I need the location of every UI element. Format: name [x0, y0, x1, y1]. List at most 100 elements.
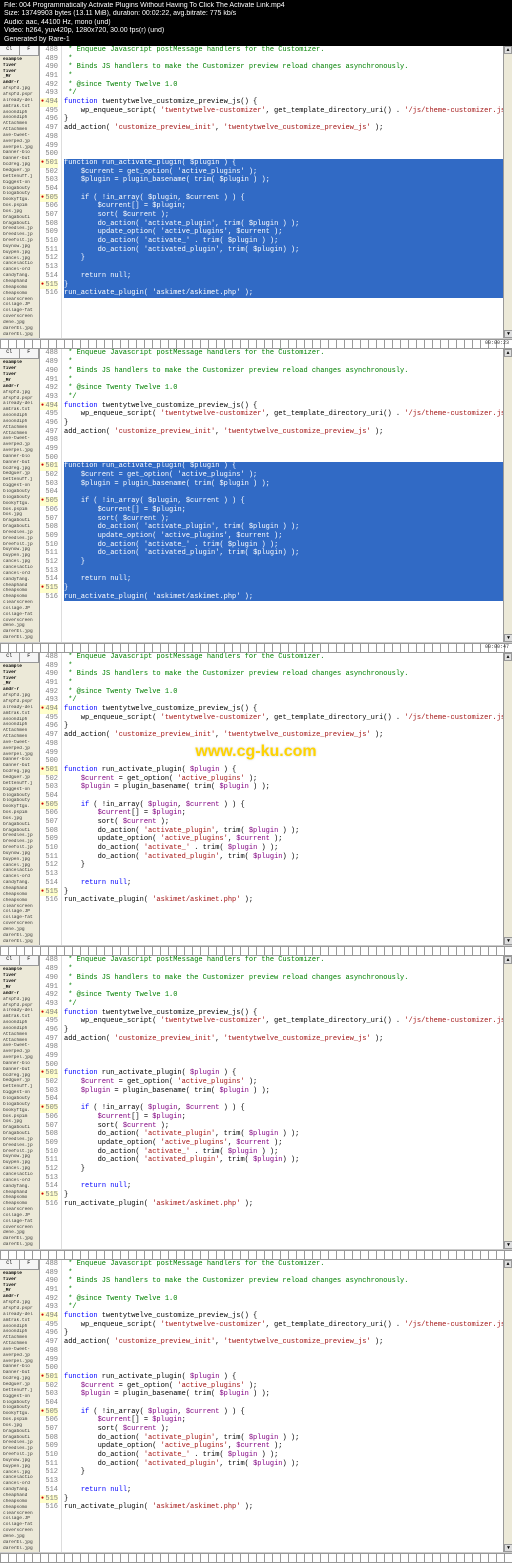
- code-line[interactable]: $plugin = plugin_basename( trim( $plugin…: [64, 783, 503, 792]
- code-line[interactable]: [64, 1052, 503, 1061]
- code-line[interactable]: }: [64, 722, 503, 731]
- code-line[interactable]: update_option( 'active_plugins', $curren…: [64, 532, 503, 541]
- sidebar-item[interactable]: already-del: [1, 98, 38, 104]
- code-line[interactable]: * @since Twenty Twelve 1.0: [64, 991, 503, 1000]
- sidebar-tree[interactable]: examplefiverfiver_Mrandr-rafspfd.jpgafsp…: [0, 663, 39, 946]
- code-line[interactable]: $plugin = plugin_basename( trim( $plugin…: [64, 480, 503, 489]
- code-line[interactable]: }: [64, 1165, 503, 1174]
- code-line[interactable]: run_activate_plugin( 'askimet/askimet.ph…: [64, 593, 503, 602]
- code-line[interactable]: wp_enqueue_script( 'twentytwelve-customi…: [64, 1017, 503, 1026]
- code-line[interactable]: update_option( 'active_plugins', $curren…: [64, 1139, 503, 1148]
- sidebar-item[interactable]: collage-fat: [1, 612, 38, 618]
- code-line[interactable]: *: [64, 662, 503, 671]
- sidebar-tab[interactable]: Cl: [0, 653, 20, 662]
- code-line[interactable]: * Enqueue Javascript postMessage handler…: [64, 1260, 503, 1269]
- code-line[interactable]: * Enqueue Javascript postMessage handler…: [64, 653, 503, 662]
- code-content[interactable]: * Enqueue Javascript postMessage handler…: [62, 349, 503, 642]
- sidebar-item[interactable]: already-del: [1, 705, 38, 711]
- code-line[interactable]: do_action( 'activated_plugin', trim( $pl…: [64, 1156, 503, 1165]
- code-line[interactable]: $plugin = plugin_basename( trim( $plugin…: [64, 1087, 503, 1096]
- sidebar-tab[interactable]: F: [20, 46, 40, 55]
- code-line[interactable]: return null;: [64, 272, 503, 281]
- code-line[interactable]: add_action( 'customize_preview_init', 't…: [64, 1338, 503, 1347]
- code-line[interactable]: }: [64, 281, 503, 290]
- code-line[interactable]: [64, 1347, 503, 1356]
- code-line[interactable]: }: [64, 419, 503, 428]
- code-line[interactable]: }: [64, 558, 503, 567]
- code-line[interactable]: function twentytwelve_customize_preview_…: [64, 1009, 503, 1018]
- code-line[interactable]: }: [64, 1026, 503, 1035]
- code-line[interactable]: * Enqueue Javascript postMessage handler…: [64, 956, 503, 965]
- code-line[interactable]: * Enqueue Javascript postMessage handler…: [64, 46, 503, 55]
- code-line[interactable]: do_action( 'activate_' . trim( $plugin )…: [64, 844, 503, 853]
- sidebar-item[interactable]: breedles.jp: [1, 536, 38, 542]
- code-line[interactable]: do_action( 'activate_' . trim( $plugin )…: [64, 237, 503, 246]
- code-line[interactable]: [64, 1477, 503, 1486]
- code-line[interactable]: $current = get_option( 'active_plugins' …: [64, 168, 503, 177]
- sidebar-tree[interactable]: examplefiverfiver_Mrandr-rafspfd.jpgafsp…: [0, 966, 39, 1249]
- code-line[interactable]: */: [64, 696, 503, 705]
- code-line[interactable]: $current[] = $plugin;: [64, 202, 503, 211]
- code-line[interactable]: [64, 1095, 503, 1104]
- sidebar-item[interactable]: darerEl.jpg: [1, 933, 38, 939]
- code-line[interactable]: run_activate_plugin( 'askimet/askimet.ph…: [64, 1200, 503, 1209]
- code-line[interactable]: function run_activate_plugin( $plugin ) …: [64, 159, 503, 168]
- code-line[interactable]: * Binds JS handlers to make the Customiz…: [64, 367, 503, 376]
- code-line[interactable]: [64, 1356, 503, 1365]
- code-line[interactable]: }: [64, 254, 503, 263]
- code-line[interactable]: $plugin = plugin_basename( trim( $plugin…: [64, 176, 503, 185]
- sidebar-tab[interactable]: Cl: [0, 956, 20, 965]
- code-line[interactable]: * Binds JS handlers to make the Customiz…: [64, 670, 503, 679]
- code-line[interactable]: do_action( 'activate_plugin', trim( $plu…: [64, 1434, 503, 1443]
- code-line[interactable]: [64, 1364, 503, 1373]
- timeline-ruler[interactable]: [0, 1250, 512, 1260]
- code-line[interactable]: [64, 436, 503, 445]
- code-content[interactable]: * Enqueue Javascript postMessage handler…: [62, 653, 503, 946]
- code-line[interactable]: * @since Twenty Twelve 1.0: [64, 81, 503, 90]
- sidebar-item[interactable]: bettenuff.j: [1, 1388, 38, 1394]
- code-line[interactable]: *: [64, 376, 503, 385]
- sidebar-tab[interactable]: Cl: [0, 1260, 20, 1269]
- code-line[interactable]: return null;: [64, 879, 503, 888]
- code-line[interactable]: *: [64, 679, 503, 688]
- code-line[interactable]: update_option( 'active_plugins', $curren…: [64, 228, 503, 237]
- code-line[interactable]: add_action( 'customize_preview_init', 't…: [64, 731, 503, 740]
- code-line[interactable]: do_action( 'activated_plugin', trim( $pl…: [64, 549, 503, 558]
- code-line[interactable]: wp_enqueue_script( 'twentytwelve-customi…: [64, 107, 503, 116]
- code-line[interactable]: [64, 870, 503, 879]
- code-line[interactable]: do_action( 'activate_' . trim( $plugin )…: [64, 1451, 503, 1460]
- code-line[interactable]: $current[] = $plugin;: [64, 809, 503, 818]
- code-line[interactable]: [64, 488, 503, 497]
- code-line[interactable]: do_action( 'activate_plugin', trim( $plu…: [64, 523, 503, 532]
- sidebar-item[interactable]: darerEl.jpg: [1, 939, 38, 945]
- sidebar-item[interactable]: cancelactio: [1, 1172, 38, 1178]
- timeline-ruler[interactable]: [0, 1553, 512, 1563]
- code-line[interactable]: return null;: [64, 1182, 503, 1191]
- code-line[interactable]: do_action( 'activate_plugin', trim( $plu…: [64, 827, 503, 836]
- code-line[interactable]: }: [64, 1468, 503, 1477]
- code-line[interactable]: }: [64, 115, 503, 124]
- code-line[interactable]: $current = get_option( 'active_plugins' …: [64, 1078, 503, 1087]
- code-line[interactable]: function twentytwelve_customize_preview_…: [64, 705, 503, 714]
- code-line[interactable]: }: [64, 861, 503, 870]
- sidebar-item[interactable]: darerEl.jpg: [1, 1540, 38, 1546]
- code-line[interactable]: *: [64, 358, 503, 367]
- code-line[interactable]: do_action( 'activated_plugin', trim( $pl…: [64, 853, 503, 862]
- sidebar-item[interactable]: bettenuff.j: [1, 174, 38, 180]
- code-line[interactable]: }: [64, 888, 503, 897]
- code-line[interactable]: function twentytwelve_customize_preview_…: [64, 402, 503, 411]
- code-line[interactable]: function run_activate_plugin( $plugin ) …: [64, 1069, 503, 1078]
- code-line[interactable]: sort( $current );: [64, 1122, 503, 1131]
- code-line[interactable]: wp_enqueue_script( 'twentytwelve-customi…: [64, 410, 503, 419]
- code-line[interactable]: [64, 150, 503, 159]
- code-line[interactable]: do_action( 'activated_plugin', trim( $pl…: [64, 1460, 503, 1469]
- code-line[interactable]: [64, 142, 503, 151]
- code-line[interactable]: [64, 1399, 503, 1408]
- code-line[interactable]: do_action( 'activate_plugin', trim( $plu…: [64, 1130, 503, 1139]
- vertical-scrollbar[interactable]: [503, 1260, 512, 1553]
- code-line[interactable]: * Binds JS handlers to make the Customiz…: [64, 63, 503, 72]
- code-line[interactable]: */: [64, 393, 503, 402]
- code-line[interactable]: * @since Twenty Twelve 1.0: [64, 688, 503, 697]
- code-line[interactable]: [64, 445, 503, 454]
- code-line[interactable]: add_action( 'customize_preview_init', 't…: [64, 124, 503, 133]
